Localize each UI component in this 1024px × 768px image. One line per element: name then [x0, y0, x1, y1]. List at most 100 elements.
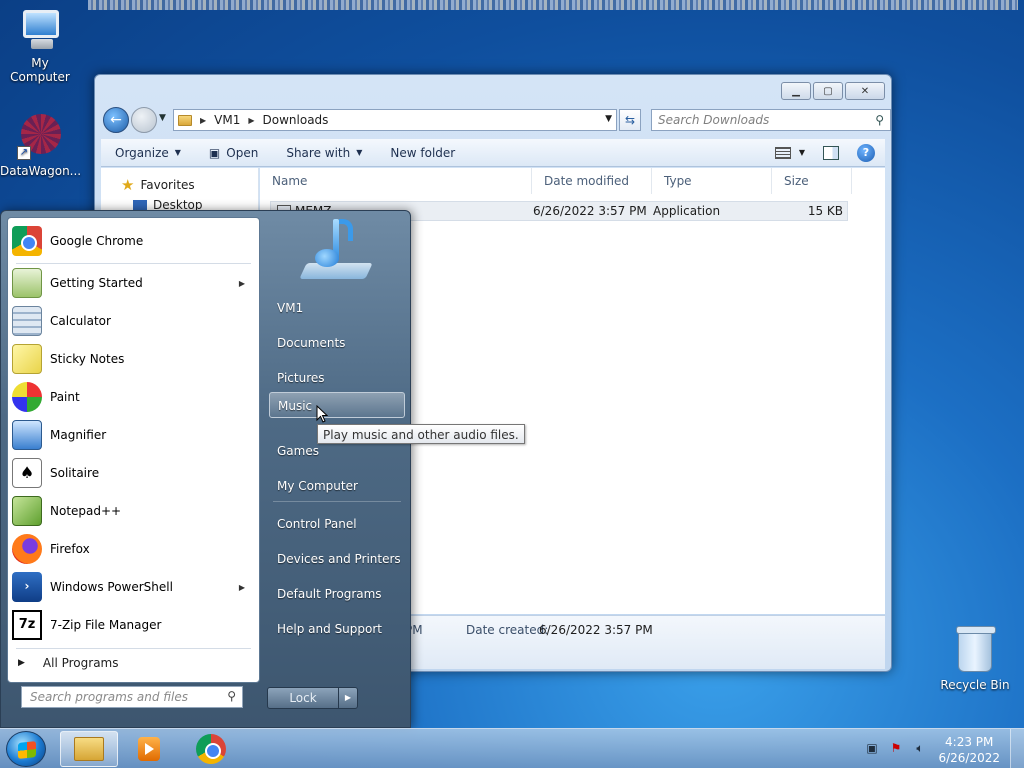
- datawagon-icon: ↗: [17, 114, 63, 160]
- computer-icon: [17, 10, 63, 52]
- desktop-icon-my-computer[interactable]: My Computer: [0, 10, 80, 84]
- start-link-help-and-support[interactable]: Help and Support: [269, 616, 405, 642]
- program-sticky-notes[interactable]: Sticky Notes: [12, 341, 257, 377]
- breadcrumb-downloads[interactable]: Downloads: [263, 113, 329, 127]
- refresh-button[interactable]: ⇆: [619, 109, 641, 131]
- details-date-created-value: 6/26/2022 3:57 PM: [539, 623, 653, 637]
- column-header-date-modified[interactable]: Date modified: [532, 168, 652, 194]
- change-view-button[interactable]: ▼: [774, 146, 805, 159]
- program-notepad-plus-plus[interactable]: Notepad++: [12, 493, 257, 529]
- music-icon: [299, 215, 373, 281]
- lock-button[interactable]: Lock: [267, 687, 339, 709]
- folder-icon: [178, 114, 192, 126]
- taskbar-media-player[interactable]: [120, 731, 178, 767]
- getting-started-icon: [12, 268, 42, 298]
- taskbar-chrome[interactable]: [182, 731, 240, 767]
- chevron-right-icon: ▶: [344, 693, 352, 702]
- recent-pages-dropdown[interactable]: ▼: [159, 113, 166, 123]
- start-link-my-computer[interactable]: My Computer: [269, 473, 405, 499]
- start-link-documents[interactable]: Documents: [269, 330, 405, 356]
- column-headers: Name Date modified Type Size: [260, 168, 885, 194]
- nav-item-label: Favorites: [140, 178, 195, 192]
- command-bar: Organize ▼ ▣ Open Share with ▼ New folder ▼…: [101, 139, 885, 167]
- program-label: 7-Zip File Manager: [50, 618, 162, 632]
- organize-label: Organize: [115, 145, 169, 160]
- start-link-control-panel[interactable]: Control Panel: [269, 511, 405, 537]
- programs-list: Google Chrome Getting Started ▶ Calculat…: [7, 217, 260, 683]
- action-center-icon[interactable]: ⚑: [888, 741, 904, 757]
- shutdown-options-button[interactable]: ▶: [338, 687, 358, 709]
- refresh-icon: ⇆: [624, 113, 636, 127]
- program-7zip-file-manager[interactable]: 7z 7-Zip File Manager: [12, 607, 257, 643]
- all-programs-button[interactable]: ▶ All Programs: [18, 656, 119, 670]
- program-getting-started[interactable]: Getting Started ▶: [12, 265, 257, 301]
- chrome-icon: [12, 226, 42, 256]
- volume-icon[interactable]: 🔈︎: [912, 741, 928, 757]
- back-button[interactable]: ←: [103, 107, 129, 133]
- desktop-icon: [133, 199, 147, 211]
- chrome-icon: [196, 734, 226, 764]
- chevron-right-icon: ▶: [18, 658, 25, 668]
- clock[interactable]: 4:23 PM 6/26/2022: [938, 734, 1000, 766]
- program-magnifier[interactable]: Magnifier: [12, 417, 257, 453]
- notepadpp-icon: [12, 496, 42, 526]
- organize-button[interactable]: Organize ▼: [101, 139, 195, 166]
- program-paint[interactable]: Paint: [12, 379, 257, 415]
- desktop-icon-recycle-bin[interactable]: Recycle Bin: [940, 626, 1010, 692]
- search-input[interactable]: Search Downloads ⚲: [651, 109, 891, 131]
- search-icon: ⚲: [227, 689, 236, 703]
- chevron-down-icon: ▼: [798, 148, 805, 157]
- start-button[interactable]: [6, 731, 46, 767]
- desktop-icon-datawagon[interactable]: ↗ DataWagon...: [0, 114, 82, 178]
- start-link-music[interactable]: Music: [269, 392, 405, 418]
- start-search-input[interactable]: Search programs and files ⚲: [21, 686, 243, 708]
- share-with-button[interactable]: Share with ▼: [272, 139, 376, 166]
- open-label: Open: [226, 145, 259, 160]
- new-folder-button[interactable]: New folder: [376, 139, 469, 166]
- clock-time: 4:23 PM: [945, 735, 994, 749]
- program-windows-powershell[interactable]: › Windows PowerShell ▶: [12, 569, 257, 605]
- minimize-button[interactable]: ▁: [781, 82, 811, 100]
- mouse-cursor-icon: [316, 405, 328, 423]
- breadcrumb-vm1[interactable]: VM1: [214, 113, 240, 127]
- maximize-button[interactable]: ▢: [813, 82, 843, 100]
- close-icon: ✕: [860, 85, 870, 97]
- start-link-vm1[interactable]: VM1: [269, 295, 405, 321]
- start-link-pictures[interactable]: Pictures: [269, 365, 405, 391]
- start-link-devices-and-printers[interactable]: Devices and Printers: [269, 546, 405, 572]
- program-calculator[interactable]: Calculator: [12, 303, 257, 339]
- forward-button[interactable]: [131, 107, 157, 133]
- program-solitaire[interactable]: ♠ Solitaire: [12, 455, 257, 491]
- start-link-default-programs[interactable]: Default Programs: [269, 581, 405, 607]
- desktop-icon-label: DataWagon...: [0, 164, 82, 178]
- address-dropdown-icon[interactable]: ▼: [605, 114, 612, 124]
- minimize-icon: ▁: [792, 85, 800, 97]
- program-label: Getting Started: [50, 276, 143, 290]
- program-label: Solitaire: [50, 466, 100, 480]
- network-icon[interactable]: ▣: [864, 741, 880, 757]
- start-search-placeholder: Search programs and files: [30, 690, 188, 704]
- program-google-chrome[interactable]: Google Chrome: [12, 223, 257, 259]
- program-label: Sticky Notes: [50, 352, 125, 366]
- program-label: Paint: [50, 390, 80, 404]
- open-button[interactable]: ▣ Open: [195, 139, 272, 166]
- show-desktop-button[interactable]: [1010, 729, 1024, 768]
- help-icon[interactable]: ?: [857, 143, 875, 162]
- file-size: 15 KB: [807, 204, 843, 218]
- window-controls: ▁ ▢ ✕: [781, 82, 885, 100]
- breadcrumb-chevron-icon: ▶: [200, 115, 207, 125]
- nav-item-favorites[interactable]: ★ Favorites: [121, 176, 195, 194]
- address-bar[interactable]: ▶ VM1 ▶ Downloads ▼: [173, 109, 617, 131]
- media-player-icon: [138, 737, 160, 761]
- column-header-size[interactable]: Size: [772, 168, 852, 194]
- column-header-type[interactable]: Type: [652, 168, 772, 194]
- calculator-icon: [12, 306, 42, 336]
- taskbar-explorer[interactable]: [60, 731, 118, 767]
- desktop-icon-label: My Computer: [10, 56, 70, 84]
- column-header-name[interactable]: Name: [260, 168, 532, 194]
- close-button[interactable]: ✕: [845, 82, 885, 100]
- program-firefox[interactable]: Firefox: [12, 531, 257, 567]
- submenu-arrow-icon: ▶: [238, 582, 245, 592]
- program-label: Calculator: [50, 314, 111, 328]
- preview-pane-icon[interactable]: [823, 145, 839, 160]
